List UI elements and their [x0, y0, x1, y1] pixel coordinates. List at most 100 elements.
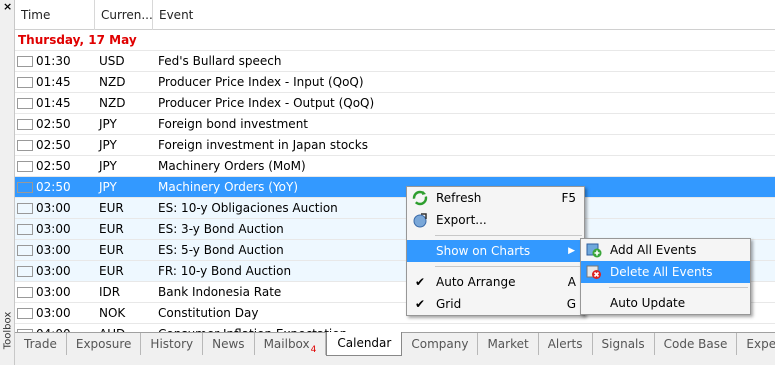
event-cell: Foreign investment in Japan stocks	[158, 137, 368, 152]
tab-calendar[interactable]: Calendar	[326, 332, 403, 356]
tab-trade[interactable]: Trade	[15, 333, 67, 355]
flag-jp-icon	[17, 160, 33, 172]
time-cell: 02:50	[15, 177, 95, 198]
tab-mailbox[interactable]: Mailbox4	[255, 333, 327, 355]
tab-label: Alerts	[547, 337, 583, 351]
menu-item-delete-all-events[interactable]: Delete All Events	[581, 261, 750, 283]
export-icon	[412, 212, 428, 228]
table-row[interactable]: 01:45 NZD Producer Price Index - Output (Q…	[15, 93, 775, 114]
time-cell: 02:50	[15, 114, 95, 135]
menu-shortcut: A	[567, 275, 576, 289]
close-icon[interactable]: ×	[3, 1, 12, 12]
time-cell: 03:00	[15, 240, 95, 261]
tab-code-base[interactable]: Code Base	[655, 333, 738, 355]
table-row[interactable]: 03:00 EUR ES: 3-y Bond Auction	[15, 219, 775, 240]
tab-company[interactable]: Company	[402, 333, 479, 355]
unread-badge: 4	[310, 345, 317, 355]
tab-label: News	[212, 337, 245, 351]
submenu-arrow-icon: ▶	[568, 246, 575, 256]
tab-exposure[interactable]: Exposure	[67, 333, 142, 355]
time-value: 01:45	[36, 74, 71, 89]
tab-label: Exposure	[75, 337, 132, 351]
time-cell: 01:45	[15, 72, 95, 93]
time-cell: 03:00	[15, 198, 95, 219]
menu-item-show-on-charts[interactable]: Show on Charts ▶	[407, 240, 584, 262]
table-row[interactable]: 04:00 AUDConsumer Inflation Expectation	[15, 324, 775, 332]
tab-label: Mailbox	[263, 337, 310, 351]
tab-label: Expe	[746, 337, 775, 351]
currency-cell: NZD	[99, 95, 126, 110]
table-row[interactable]: 01:30 USD Fed's Bullard speech	[15, 51, 775, 72]
table-row[interactable]: 03:00 EUR ES: 10-y Obligaciones Auction	[15, 198, 775, 219]
event-cell: Machinery Orders (MoM)	[158, 158, 306, 173]
currency-cell: EUR	[99, 221, 124, 236]
currency-cell: IDR	[99, 284, 121, 299]
currency-cell: EUR	[99, 242, 124, 257]
menu-separator	[435, 235, 582, 236]
time-value: 03:00	[36, 284, 71, 299]
currency-cell: NOK	[99, 305, 126, 320]
column-header-currency[interactable]: Curren...	[95, 0, 153, 30]
menu-separator	[435, 266, 582, 267]
tab-expe[interactable]: Expe	[737, 333, 775, 355]
terminal-tabs: Trade Exposure History News Mailbox4 Calendar…	[15, 332, 775, 365]
menu-item-auto-update[interactable]: Auto Update	[581, 292, 750, 314]
menu-item-label: Show on Charts	[436, 244, 531, 258]
tab-label: Trade	[24, 337, 57, 351]
tab-history[interactable]: History	[141, 333, 204, 355]
tab-market[interactable]: Market	[478, 333, 539, 355]
table-row[interactable]: 02:50 JPY Machinery Orders (MoM)	[15, 156, 775, 177]
context-menu: Refresh F5 Export... Show on Charts ▶ ✔ …	[406, 186, 585, 316]
flag-eu-icon	[17, 223, 33, 235]
menu-item-label: Add All Events	[610, 243, 697, 257]
flag-eu-icon	[17, 265, 33, 277]
menu-item-label: Auto Update	[610, 296, 686, 310]
column-header-time[interactable]: Time	[15, 0, 95, 30]
currency-cell: JPY	[99, 179, 117, 194]
flag-no-icon	[17, 307, 33, 319]
table-row[interactable]: 02:50 JPY Machinery Orders (YoY)	[15, 177, 775, 198]
toolbox-strip: × Toolbox	[0, 0, 15, 365]
menu-item-label: Export...	[436, 213, 487, 227]
time-value: 03:00	[36, 305, 71, 320]
time-value: 02:50	[36, 158, 71, 173]
event-cell: Foreign bond investment	[158, 116, 308, 131]
flag-jp-icon	[17, 118, 33, 130]
time-value: 01:30	[36, 53, 71, 68]
currency-cell: JPY	[99, 158, 117, 173]
menu-item-export[interactable]: Export...	[407, 209, 584, 231]
currency-cell: AUD	[95, 324, 153, 333]
flag-id-icon	[17, 286, 33, 298]
table-header: Time Curren... Event	[15, 0, 775, 30]
tab-signals[interactable]: Signals	[593, 333, 655, 355]
time-value: 03:00	[36, 263, 71, 278]
menu-item-label: Auto Arrange	[436, 275, 516, 289]
time-cell: 03:00	[15, 303, 95, 324]
table-row[interactable]: 02:50 JPY Foreign investment in Japan stoc…	[15, 135, 775, 156]
menu-item-label: Grid	[436, 297, 462, 311]
table-row[interactable]: 02:50 JPY Foreign bond investment	[15, 114, 775, 135]
menu-item-grid[interactable]: ✔ Grid G	[407, 293, 584, 315]
time-value: 03:00	[36, 242, 71, 257]
time-value: 02:50	[36, 116, 71, 131]
column-header-event[interactable]: Event	[153, 0, 775, 30]
time-cell: 01:30	[15, 51, 95, 72]
event-cell: Fed's Bullard speech	[158, 53, 282, 68]
flag-us-icon	[17, 55, 33, 67]
tab-label: Signals	[601, 337, 645, 351]
table-row[interactable]: 01:45 NZD Producer Price Index - Input (Qo…	[15, 72, 775, 93]
time-value: 02:50	[36, 179, 71, 194]
menu-item-auto-arrange[interactable]: ✔ Auto Arrange A	[407, 271, 584, 293]
flag-eu-icon	[17, 202, 33, 214]
menu-item-add-all-events[interactable]: Add All Events	[581, 239, 750, 261]
flag-nz-icon	[17, 97, 33, 109]
menu-item-label: Delete All Events	[610, 265, 713, 279]
time-value: 03:00	[36, 221, 71, 236]
menu-shortcut: F5	[561, 191, 576, 205]
tab-news[interactable]: News	[203, 333, 255, 355]
tab-alerts[interactable]: Alerts	[539, 333, 593, 355]
time-value: 01:45	[36, 95, 71, 110]
time-cell: 03:00	[15, 261, 95, 282]
menu-item-refresh[interactable]: Refresh F5	[407, 187, 584, 209]
time-value: 02:50	[36, 137, 71, 152]
